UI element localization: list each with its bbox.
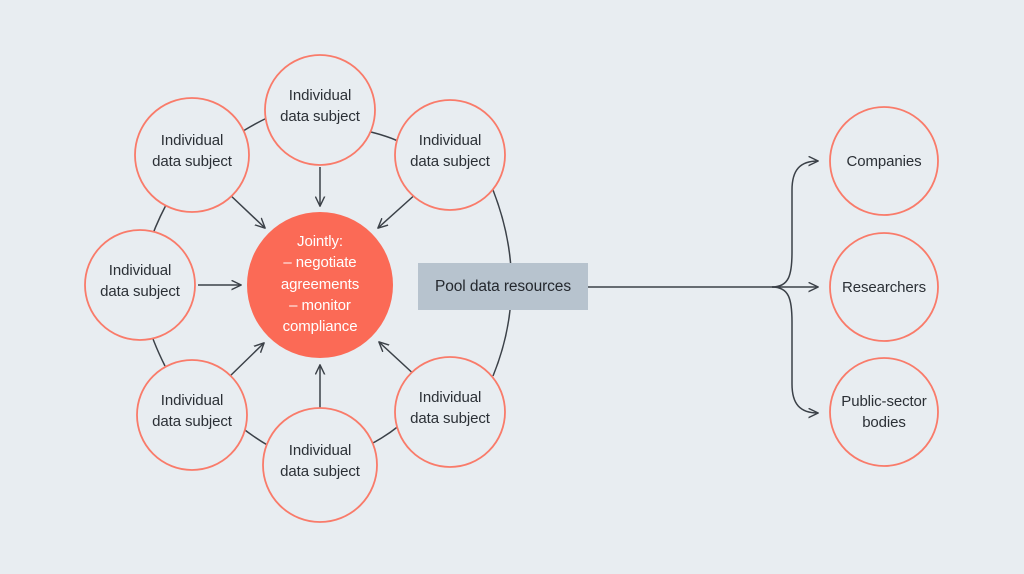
data-subject-node-7[interactable] (135, 98, 249, 212)
recipient-node-researchers[interactable] (830, 233, 938, 341)
branch-to-companies (771, 161, 818, 288)
data-subject-node-3[interactable] (395, 357, 505, 467)
data-subject-node-1[interactable] (265, 55, 375, 165)
data-subject-node-4[interactable] (263, 408, 377, 522)
recipient-node-companies[interactable] (830, 107, 938, 215)
data-subject-node-2[interactable] (395, 100, 505, 210)
central-agreement-node[interactable] (247, 212, 393, 358)
recipient-node-public-sector-bodies[interactable] (830, 358, 938, 466)
branch-to-public-sector (771, 286, 818, 413)
data-subject-node-6[interactable] (85, 230, 195, 340)
diagram-canvas: Individual data subject Individual data … (0, 0, 1024, 574)
pool-data-resources-node[interactable] (418, 263, 588, 310)
data-subject-node-5[interactable] (137, 360, 247, 470)
pool-flow-connectors (588, 161, 818, 413)
